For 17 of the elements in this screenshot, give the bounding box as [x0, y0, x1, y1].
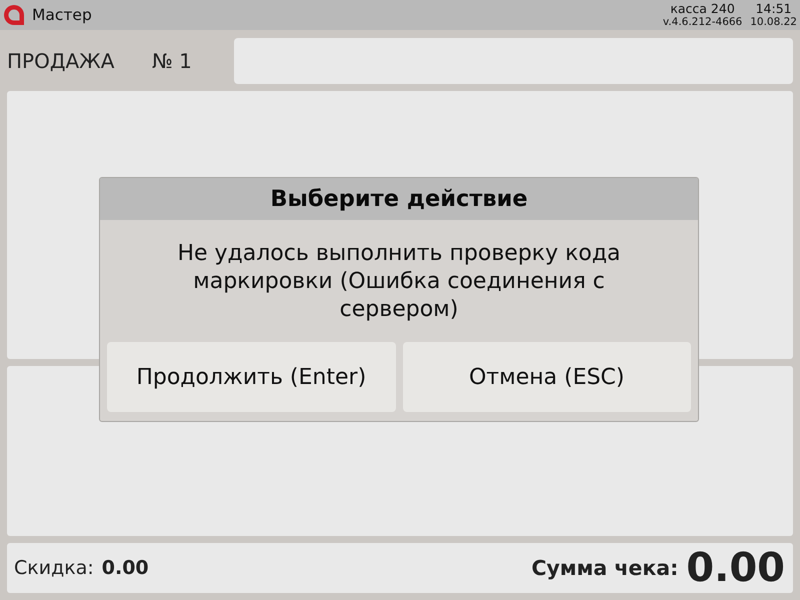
- dialog-title: Выберите действие: [100, 178, 698, 220]
- continue-button[interactable]: Продолжить (Enter): [107, 342, 396, 412]
- logo-icon: [4, 5, 24, 25]
- discount-value: 0.00: [102, 557, 149, 579]
- dialog-message: Не удалось выполнить проверку кода маркировки (Ошибка соединения с сервером): [176, 240, 622, 324]
- date-text: 10.08.22: [750, 16, 797, 29]
- sale-title: ПРОДАЖА: [7, 49, 116, 73]
- input-field[interactable]: [234, 38, 793, 84]
- version-text: v.4.6.212-4666: [662, 16, 742, 29]
- receipt-number: № 1: [152, 49, 193, 73]
- discount-label: Скидка:: [14, 557, 94, 579]
- total-label: Сумма чека:: [531, 556, 678, 580]
- cancel-button[interactable]: Отмена (ESC): [402, 342, 691, 412]
- clock-time: 14:51: [756, 1, 792, 16]
- app-title: Мастер: [32, 6, 92, 24]
- register-number: касса 240: [670, 1, 735, 16]
- total-value: 0.00: [686, 545, 785, 591]
